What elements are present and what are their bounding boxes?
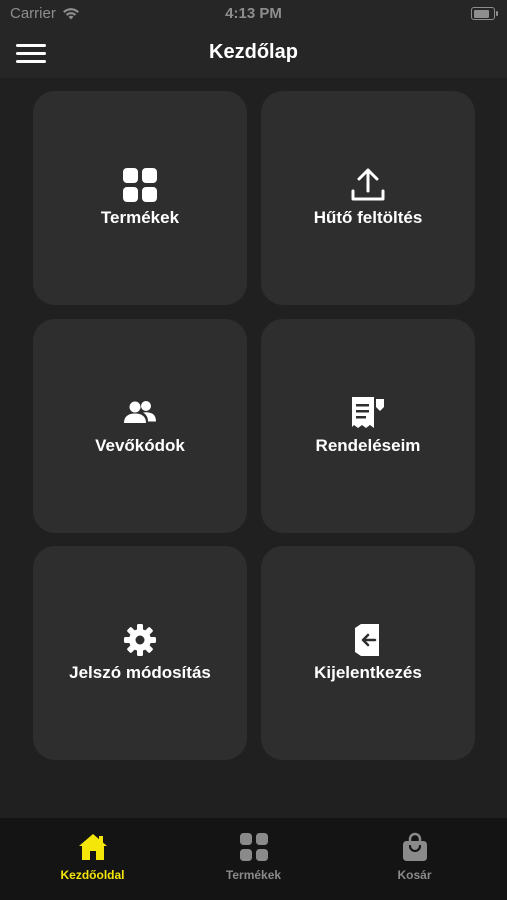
home-icon <box>78 834 107 860</box>
logout-icon <box>355 624 379 656</box>
tile-my-orders[interactable]: Rendeléseim <box>261 319 475 533</box>
status-bar: Carrier 4:13 PM <box>0 0 507 28</box>
tab-home[interactable]: Kezdőoldal <box>8 818 177 900</box>
grid-icon <box>123 168 157 202</box>
tab-label: Termékek <box>225 868 282 882</box>
tile-fridge-refill[interactable]: Hűtő feltöltés <box>261 91 475 305</box>
battery-icon <box>471 7 498 20</box>
tile-label: Kijelentkezés <box>314 663 422 682</box>
tile-label: Jelszó módosítás <box>69 663 211 682</box>
tab-bar: Kezdőoldal Termékek Kosár <box>0 818 507 900</box>
tile-label: Termékek <box>100 208 180 227</box>
tab-cart[interactable]: Kosár <box>330 818 499 900</box>
tile-products[interactable]: Termékek <box>33 91 247 305</box>
page-title: Kezdőlap <box>209 41 298 63</box>
menu-grid: Termékek Hűtő feltöltés Vevőkódok Rendel… <box>0 78 507 818</box>
gear-icon <box>124 624 156 656</box>
tab-label: Kezdőoldal <box>60 868 125 882</box>
tile-logout[interactable]: Kijelentkezés <box>261 546 475 760</box>
users-icon <box>124 401 156 423</box>
status-time: 4:13 PM <box>225 5 282 22</box>
nav-bar: Kezdőlap <box>0 28 507 78</box>
tile-customer-codes[interactable]: Vevőkódok <box>33 319 247 533</box>
receipt-icon <box>352 397 384 428</box>
tab-products[interactable]: Termékek <box>169 818 338 900</box>
tab-label: Kosár <box>397 868 432 882</box>
shopping-bag-icon <box>402 832 427 861</box>
tile-change-password[interactable]: Jelszó módosítás <box>33 546 247 760</box>
tile-label: Vevőkódok <box>95 436 185 455</box>
tile-label: Rendeléseim <box>315 436 421 455</box>
battery-fill <box>473 9 489 18</box>
upload-icon <box>351 168 385 201</box>
grid-icon <box>239 833 268 861</box>
tile-label: Hűtő feltöltés <box>313 208 423 227</box>
